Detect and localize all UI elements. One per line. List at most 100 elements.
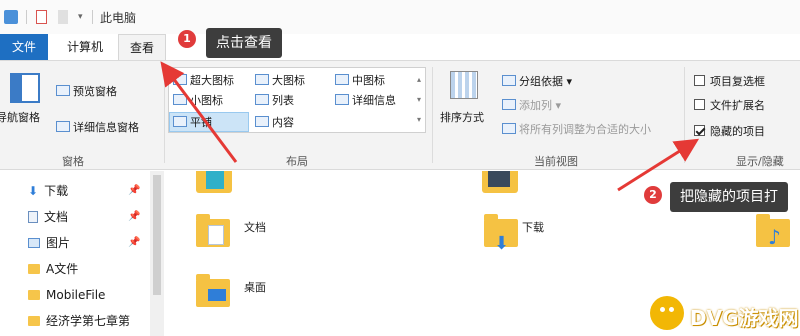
- sort-by-icon: [450, 71, 478, 99]
- layout-content[interactable]: 内容: [255, 114, 294, 130]
- layout-extra-large-icons[interactable]: 超大图标: [173, 72, 234, 88]
- download-arrow-icon: ⬇: [28, 184, 39, 198]
- pin-icon[interactable]: 📌: [128, 237, 140, 248]
- video-thumb-icon: [488, 171, 510, 187]
- fit-columns-label: 将所有列调整为合适的大小: [519, 123, 651, 136]
- layout-group-label: 布局: [286, 155, 308, 168]
- sidebar-item-downloads[interactable]: ⬇ 下载: [28, 181, 68, 201]
- file-extensions-option[interactable]: 文件扩展名: [694, 97, 765, 113]
- hidden-items-option[interactable]: 隐藏的项目: [694, 123, 765, 139]
- folder-icon: [28, 264, 40, 274]
- callout-number-badge: 1: [178, 30, 196, 48]
- layout-details[interactable]: 详细信息: [335, 92, 396, 108]
- large-icons-icon: [255, 74, 269, 85]
- title-separator: [92, 10, 93, 24]
- sidebar-item-documents[interactable]: 文档: [28, 207, 68, 227]
- sidebar-scrollbar[interactable]: [150, 171, 164, 336]
- medium-icons-icon: [335, 74, 349, 85]
- list-item[interactable]: ♪: [754, 211, 800, 259]
- preview-pane-button[interactable]: 预览窗格: [56, 83, 117, 99]
- item-checkboxes-option[interactable]: 项目复选框: [694, 73, 765, 89]
- watermark-text: DVG游戏网: [690, 306, 799, 330]
- document-icon: [28, 211, 38, 223]
- layout-small-icons[interactable]: 小图标: [173, 92, 223, 108]
- details-icon: [335, 94, 349, 105]
- layout-large-icons[interactable]: 大图标: [255, 72, 305, 88]
- add-columns-button[interactable]: 添加列 ▾: [502, 97, 561, 113]
- callout-number-badge: 2: [644, 186, 662, 204]
- ribbon-view: 导航窗格 预览窗格 详细信息窗格 窗格 超大图标 大图标 中图标 小图标 列表 …: [0, 60, 800, 170]
- list-item[interactable]: [196, 171, 236, 193]
- sidebar-item-label: 图片: [46, 236, 71, 250]
- scrollbar-thumb[interactable]: [153, 175, 161, 295]
- tab-computer[interactable]: 计算机: [52, 34, 118, 60]
- sidebar-item-pictures[interactable]: 图片: [28, 233, 70, 253]
- layout-label: 内容: [272, 116, 294, 129]
- callout-click-view: 点击查看: [206, 28, 282, 58]
- pin-icon[interactable]: 📌: [128, 185, 140, 196]
- watermark-logo-icon: [650, 296, 684, 330]
- details-pane-label: 详细信息窗格: [73, 121, 139, 134]
- sidebar-item-a-folder[interactable]: A文件: [28, 259, 78, 279]
- layout-list[interactable]: 列表: [255, 92, 294, 108]
- sidebar-item-mobilefile[interactable]: MobileFile: [28, 285, 105, 305]
- new-folder-icon[interactable]: [58, 10, 68, 24]
- sidebar-item-label: 下载: [44, 184, 69, 198]
- fit-columns-icon: [502, 123, 516, 134]
- fit-columns-button[interactable]: 将所有列调整为合适的大小: [502, 121, 651, 137]
- nav-pane-button[interactable]: 导航窗格: [0, 109, 40, 125]
- details-pane-button[interactable]: 详细信息窗格: [56, 119, 139, 135]
- quick-access-separator: [26, 10, 27, 24]
- folder-icon: [28, 316, 40, 326]
- group-separator: [164, 67, 165, 163]
- layout-label: 列表: [272, 94, 294, 107]
- group-by-icon: [502, 75, 516, 86]
- nav-pane-icon[interactable]: [10, 73, 40, 103]
- add-columns-icon: [502, 99, 516, 110]
- add-columns-label: 添加列: [519, 99, 552, 112]
- details-pane-icon: [56, 121, 70, 132]
- list-item[interactable]: 文档: [194, 211, 334, 259]
- layout-label: 大图标: [272, 74, 305, 87]
- ribbon-tabs: 文件 计算机 查看: [0, 34, 800, 60]
- group-separator: [432, 67, 433, 163]
- file-extensions-checkbox[interactable]: [694, 99, 705, 110]
- layout-tiles[interactable]: 平铺: [173, 114, 212, 130]
- download-arrow-icon: ⬇: [494, 233, 510, 254]
- pin-icon[interactable]: 📌: [128, 211, 140, 222]
- hidden-items-checkbox[interactable]: [694, 125, 705, 136]
- list-icon: [255, 94, 269, 105]
- list-item[interactable]: ⬇ 下载: [482, 211, 622, 259]
- group-separator: [684, 67, 685, 163]
- show-hide-group-label: 显示/隐藏: [736, 155, 784, 168]
- folder-icon: [28, 290, 40, 300]
- sidebar-item-label: 经济学第七章第: [46, 314, 131, 328]
- sidebar-item-label: 文档: [44, 210, 69, 224]
- layout-scroll-arrows[interactable]: ▴ ▾ ▾: [413, 70, 425, 132]
- list-item[interactable]: [482, 171, 522, 193]
- sort-by-button[interactable]: 排序方式: [440, 109, 484, 125]
- item-label: 文档: [244, 221, 266, 234]
- tab-view[interactable]: 查看: [118, 34, 166, 60]
- item-checkboxes-checkbox[interactable]: [694, 75, 705, 86]
- tab-file[interactable]: 文件: [0, 34, 48, 60]
- properties-icon[interactable]: [36, 10, 47, 24]
- layout-label: 详细信息: [352, 94, 396, 107]
- sidebar-item-label: A文件: [46, 262, 79, 276]
- sidebar-item-label: MobileFile: [46, 288, 106, 302]
- quick-access-dropdown-icon[interactable]: ▾: [78, 10, 86, 24]
- desktop-thumb-icon: [206, 171, 224, 189]
- group-by-button[interactable]: 分组依据 ▾: [502, 73, 572, 89]
- list-item[interactable]: 桌面: [194, 271, 334, 319]
- picture-icon: [28, 238, 40, 248]
- layout-medium-icons[interactable]: 中图标: [335, 72, 385, 88]
- sidebar-item-economics-ch7[interactable]: 经济学第七章第: [28, 311, 130, 331]
- layout-label: 平铺: [190, 116, 212, 129]
- hidden-items-label: 隐藏的项目: [710, 125, 765, 138]
- tiles-icon: [173, 116, 187, 127]
- preview-pane-label: 预览窗格: [73, 85, 117, 98]
- music-note-icon: ♪: [768, 225, 781, 249]
- desktop-thumb-icon: [208, 289, 226, 301]
- item-label: 下载: [522, 221, 544, 234]
- document-icon: [208, 225, 224, 245]
